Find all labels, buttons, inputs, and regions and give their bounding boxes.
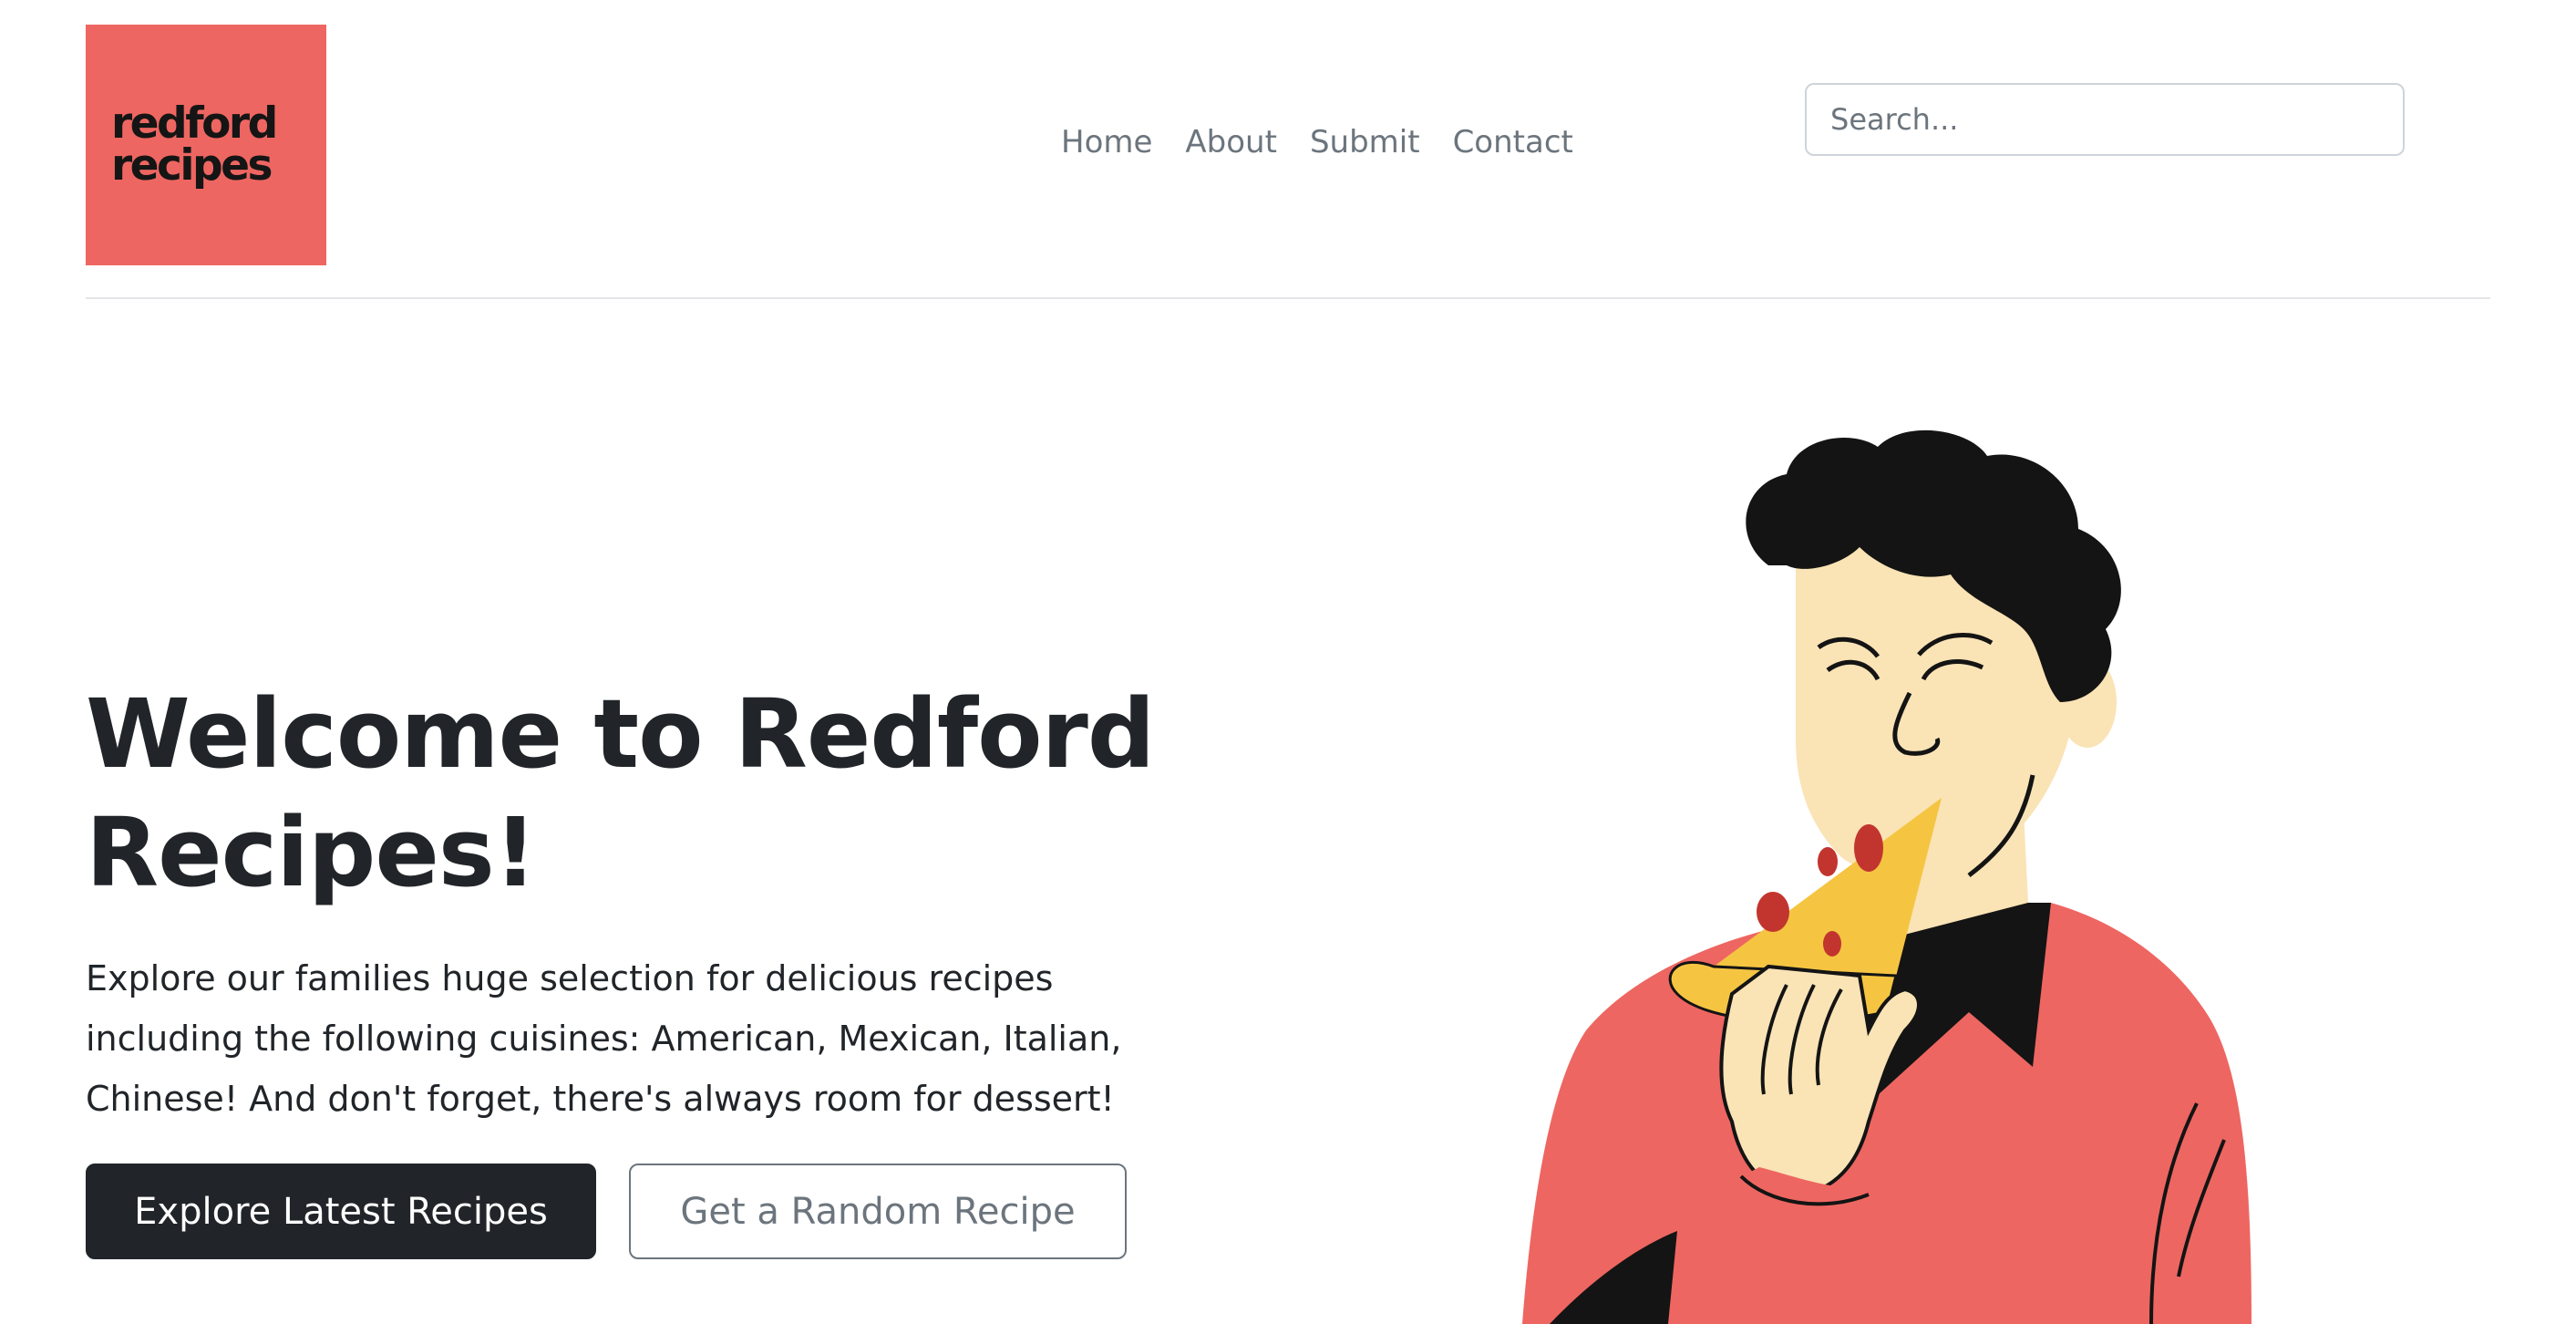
pepperoni-1 — [1854, 824, 1883, 872]
nav-item-about[interactable]: About — [1169, 119, 1293, 165]
explore-latest-recipes-button[interactable]: Explore Latest Recipes — [86, 1164, 596, 1259]
page: redford recipes Home About Submit Contac… — [0, 0, 2576, 1324]
search-input[interactable] — [1805, 83, 2405, 156]
hero-title: Welcome to Redford Recipes! — [86, 678, 1155, 908]
main-nav: Home About Submit Contact — [1045, 119, 1590, 165]
pepperoni-4 — [1823, 931, 1841, 957]
nav-item-contact[interactable]: Contact — [1437, 119, 1590, 165]
logo-line-2: recipes — [111, 140, 273, 191]
header-divider — [86, 297, 2490, 299]
pepperoni-3 — [1757, 892, 1789, 932]
logo-line-1: redford — [111, 98, 278, 149]
person-eating-pizza-illustration — [1522, 429, 2251, 1324]
random-recipe-button[interactable]: Get a Random Recipe — [629, 1164, 1127, 1259]
site-logo[interactable]: redford recipes — [86, 25, 326, 265]
hero-lead-text: Explore our families huge selection for … — [86, 958, 1122, 1119]
site-header: redford recipes Home About Submit Contac… — [86, 25, 2490, 298]
pepperoni-2 — [1818, 847, 1838, 876]
nav-item-home[interactable]: Home — [1045, 119, 1169, 165]
nav-item-submit[interactable]: Submit — [1293, 119, 1437, 165]
